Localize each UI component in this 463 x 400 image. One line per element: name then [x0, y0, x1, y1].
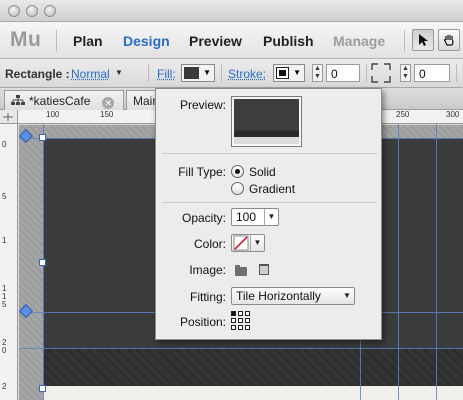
state-dropdown[interactable]: Normal — [71, 67, 110, 81]
tab-label: *katiesCafe — [29, 94, 91, 108]
position-top-center[interactable] — [238, 311, 243, 316]
close-window-icon[interactable] — [8, 5, 20, 17]
position-center[interactable] — [238, 318, 243, 323]
divider — [221, 64, 222, 82]
chevron-down-icon[interactable]: ▼ — [250, 235, 264, 251]
resize-handle[interactable] — [39, 134, 46, 141]
chevron-down-icon: ▼ — [203, 68, 211, 77]
opacity-combo[interactable]: 100 ▼ — [231, 208, 279, 226]
ruler-label: 0 — [2, 346, 7, 355]
fill-preview — [231, 96, 302, 147]
stroke-width-field[interactable]: 0 — [326, 64, 360, 82]
fill-type-gradient-radio[interactable] — [231, 182, 244, 195]
hand-tool-icon[interactable] — [438, 29, 460, 51]
corner-radius-field[interactable]: 0 — [414, 64, 450, 82]
ruler-label: 250 — [396, 110, 410, 119]
fill-options-panel: Preview: Fill Type: Solid Gradient Opaci… — [155, 88, 382, 340]
fitting-value: Tile Horizontally — [236, 289, 321, 303]
opacity-label: Opacity: — [181, 211, 226, 225]
nav-divider — [404, 30, 405, 52]
nav-plan[interactable]: Plan — [73, 33, 103, 49]
guide-line[interactable] — [436, 124, 437, 400]
fill-color-chip — [184, 67, 199, 79]
ruler-label: 0 — [2, 140, 7, 149]
image-label: Image: — [189, 263, 226, 277]
vertical-ruler[interactable]: 0 5 1 1 1 5 2 0 2 — [0, 124, 18, 400]
ruler-label: 1 — [2, 236, 7, 245]
title-bar — [0, 0, 463, 22]
control-bar: Rectangle : Normal ▼ Fill: ▼ Stroke: ▼ ▲… — [0, 59, 463, 88]
guide-line[interactable] — [398, 124, 399, 400]
divider — [456, 64, 457, 82]
position-bottom-center[interactable] — [238, 325, 243, 330]
preview-label: Preview: — [179, 98, 226, 112]
close-tab-icon[interactable]: ✕ — [102, 97, 115, 109]
position-grid[interactable] — [231, 311, 250, 330]
ruler-label: 5 — [2, 300, 7, 309]
nav-design[interactable]: Design — [123, 33, 170, 49]
fill-type-gradient-label[interactable]: Gradient — [249, 182, 295, 196]
divider — [162, 202, 377, 203]
chevron-down-icon[interactable]: ▼ — [264, 209, 278, 225]
stroke-color-chip — [276, 67, 289, 79]
opacity-value[interactable]: 100 — [236, 210, 256, 224]
stroke-width-stepper[interactable]: ▲ ▼ — [312, 64, 323, 82]
fill-type-label: Fill Type: — [178, 165, 226, 179]
page-bottom-area — [43, 386, 463, 400]
object-type-label: Rectangle : — [5, 67, 70, 81]
corner-radius-stepper[interactable]: ▲ ▼ — [400, 64, 411, 82]
ruler-label: 150 — [100, 110, 114, 119]
footer-pattern-strip — [43, 348, 463, 386]
guide-line[interactable] — [19, 348, 463, 349]
position-top-right[interactable] — [245, 311, 250, 316]
no-color-icon — [233, 235, 249, 251]
trash-icon[interactable] — [259, 264, 269, 275]
divider — [148, 64, 149, 82]
sitemap-icon — [11, 95, 25, 105]
zoom-window-icon[interactable] — [44, 5, 56, 17]
main-nav-bar: Mu Plan Design Preview Publish Manage — [0, 22, 463, 59]
stroke-link[interactable]: Stroke: — [228, 67, 266, 81]
nav-preview[interactable]: Preview — [189, 33, 242, 49]
resize-handle[interactable] — [39, 259, 46, 266]
resize-handle[interactable] — [39, 385, 46, 392]
fitting-label: Fitting: — [189, 290, 226, 304]
position-bottom-right[interactable] — [245, 325, 250, 330]
selection-arrow-icon[interactable] — [412, 29, 434, 51]
fill-link[interactable]: Fill: — [157, 67, 176, 81]
corner-radius-icon[interactable] — [370, 62, 392, 84]
position-top-left[interactable] — [231, 311, 236, 316]
fill-type-solid-radio[interactable] — [231, 165, 244, 178]
position-middle-left[interactable] — [231, 318, 236, 323]
nav-divider — [56, 30, 57, 52]
position-middle-right[interactable] — [245, 318, 250, 323]
ruler-label: 300 — [446, 110, 460, 119]
color-label: Color: — [193, 237, 226, 251]
nav-publish[interactable]: Publish — [263, 33, 314, 49]
stroke-color-swatch[interactable]: ▼ — [273, 64, 305, 82]
folder-icon[interactable] — [235, 265, 247, 276]
fitting-select[interactable]: Tile Horizontally ▼ — [231, 287, 355, 305]
tab-katiescafe[interactable]: *katiesCafe ✕ — [4, 90, 124, 110]
ruler-label: 100 — [46, 110, 60, 119]
chevron-down-icon: ▼ — [115, 68, 123, 77]
ruler-label: 5 — [2, 192, 7, 201]
position-bottom-left[interactable] — [231, 325, 236, 330]
divider — [366, 64, 367, 82]
nav-manage[interactable]: Manage — [333, 33, 385, 49]
app-logo: Mu — [10, 28, 42, 51]
fill-color-picker[interactable]: ▼ — [231, 234, 265, 252]
ruler-label: 2 — [2, 382, 7, 391]
fill-color-swatch[interactable]: ▼ — [181, 64, 215, 82]
position-label: Position: — [179, 315, 226, 329]
chevron-down-icon: ▼ — [293, 68, 301, 77]
ruler-origin[interactable] — [0, 110, 18, 124]
chevron-down-icon[interactable]: ▼ — [340, 288, 354, 304]
fill-type-solid-label[interactable]: Solid — [249, 165, 276, 179]
minimize-window-icon[interactable] — [26, 5, 38, 17]
divider — [162, 153, 377, 154]
